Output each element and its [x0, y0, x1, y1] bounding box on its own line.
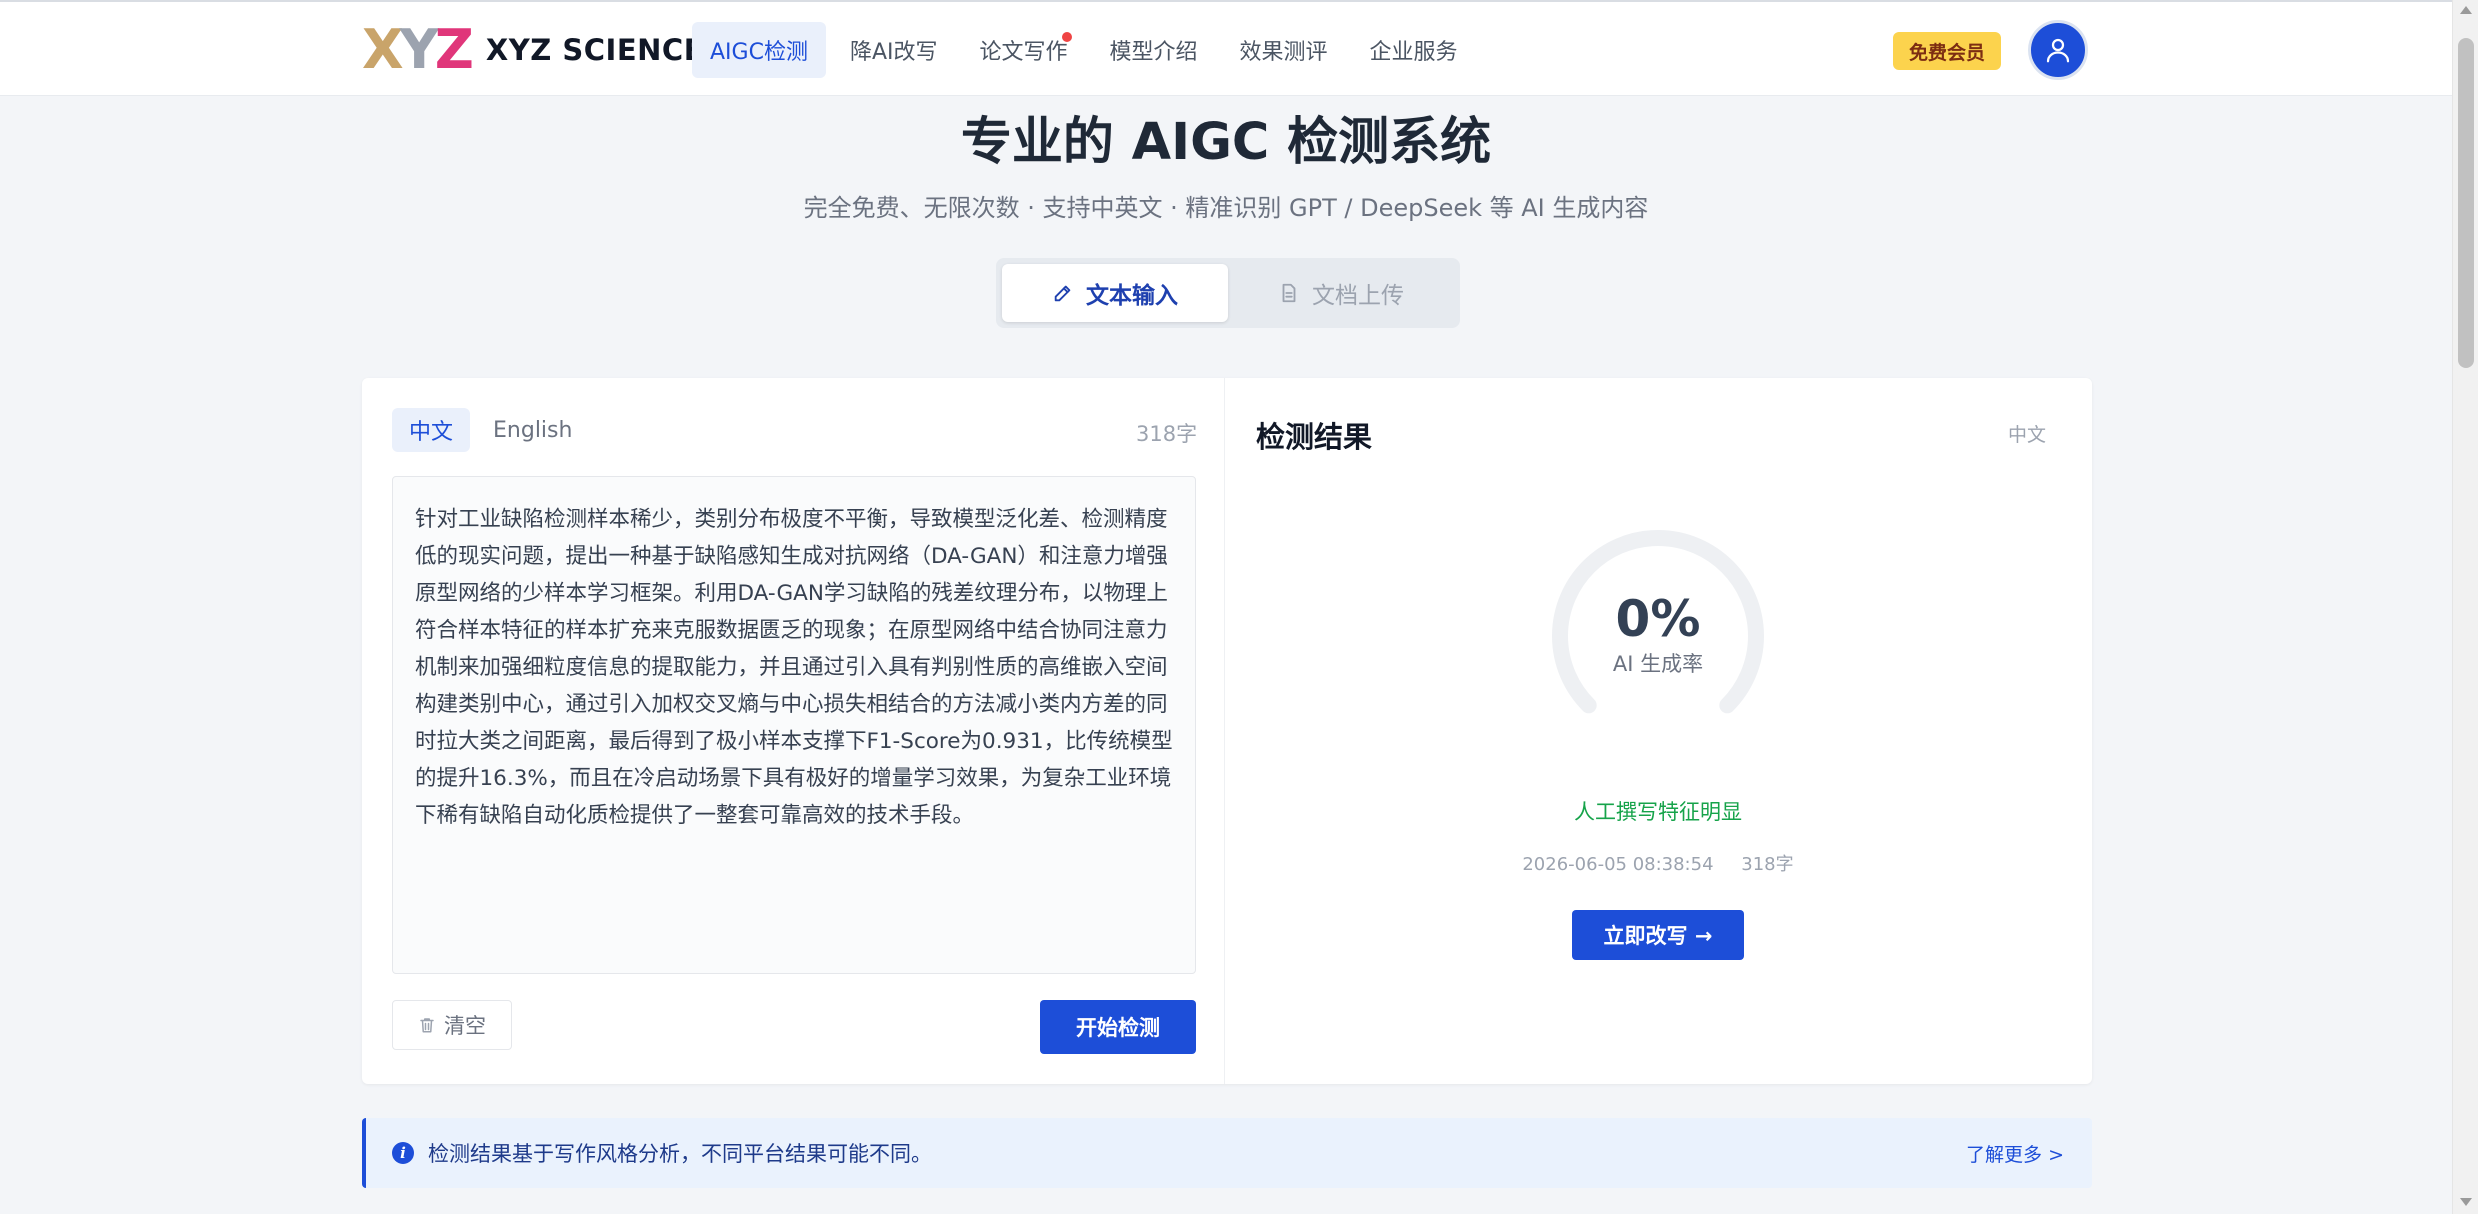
- notification-dot: [1061, 32, 1072, 42]
- lang-tab-english[interactable]: English: [476, 408, 589, 452]
- nav-item-models[interactable]: 模型介绍: [1092, 22, 1216, 78]
- ai-rate-value: 0%: [1615, 590, 1701, 648]
- nav-item-paper-writing[interactable]: 论文写作: [962, 22, 1086, 78]
- logo-letter-x: X: [362, 18, 404, 81]
- input-char-count: 318字: [1136, 422, 1198, 446]
- nav-item-ai-rewrite[interactable]: 降AI改写: [832, 22, 956, 78]
- notice-text: 检测结果基于写作风格分析，不同平台结果可能不同。: [428, 1142, 932, 1166]
- pencil-icon: [1054, 285, 1071, 302]
- info-notice: i 检测结果基于写作风格分析，不同平台结果可能不同。 了解更多 >: [362, 1118, 2092, 1188]
- brand-name: XYZ SCIENCE: [485, 33, 705, 67]
- result-title: 检测结果: [1256, 420, 1373, 454]
- rewrite-now-button[interactable]: 立即改写 →: [1572, 910, 1744, 960]
- input-mode-tabs: 文本输入 文档上传: [996, 258, 1460, 328]
- scroll-up-arrow-icon[interactable]: [2460, 6, 2472, 14]
- lang-tab-chinese[interactable]: 中文: [392, 408, 471, 452]
- tab-text-input[interactable]: 文本输入: [1002, 264, 1228, 322]
- tab-document-upload[interactable]: 文档上传: [1228, 264, 1454, 322]
- user-avatar-button[interactable]: [2028, 20, 2088, 80]
- document-icon: [1282, 283, 1296, 303]
- free-member-badge[interactable]: 免费会员: [1893, 32, 2001, 70]
- trash-icon: [420, 1018, 434, 1033]
- logo-letter-y: Y: [399, 18, 439, 81]
- result-meta: 2026-06-05 08:38:54 318字: [1462, 850, 1854, 876]
- ai-rate-label: AI 生成率: [1612, 652, 1704, 676]
- tab-document-upload-label: 文档上传: [1312, 283, 1404, 309]
- info-icon: i: [392, 1142, 414, 1164]
- panel-divider: [1224, 378, 1225, 1084]
- nav-item-enterprise[interactable]: 企业服务: [1352, 22, 1476, 78]
- logo-letter-z: Z: [434, 18, 474, 81]
- nav-item-aigc-detect[interactable]: AIGC检测: [692, 22, 826, 78]
- logo-mark: X Y Z: [362, 18, 474, 81]
- result-char-count: 318字: [1741, 854, 1794, 875]
- main-nav: AIGC检测 降AI改写 论文写作 模型介绍 效果测评 企业服务: [692, 22, 1482, 78]
- tab-text-input-label: 文本输入: [1086, 283, 1178, 309]
- result-language: 中文: [2008, 424, 2047, 446]
- learn-more-link[interactable]: 了解更多 >: [1966, 1140, 2064, 1167]
- detection-card: 中文 English 318字 针对工业缺陷检测样本稀少，类别分布极度不平衡，导…: [362, 378, 2092, 1084]
- start-detection-button[interactable]: 开始检测: [1040, 1000, 1196, 1054]
- top-navbar: X Y Z XYZ SCIENCE AIGC检测 降AI改写 论文写作 模型介绍…: [0, 0, 2452, 96]
- scroll-down-arrow-icon[interactable]: [2460, 1198, 2472, 1206]
- page-subtitle: 完全免费、无限次数 · 支持中英文 · 精准识别 GPT / DeepSeek …: [803, 194, 1649, 222]
- page-title: 专业的 AIGC 检测系统: [960, 113, 1492, 172]
- nav-item-evaluation[interactable]: 效果测评: [1222, 22, 1346, 78]
- language-tabs: 中文 English: [392, 408, 595, 452]
- brand-logo[interactable]: X Y Z XYZ SCIENCE: [362, 18, 705, 81]
- user-icon: [2046, 38, 2070, 63]
- scrollbar-thumb[interactable]: [2458, 38, 2474, 368]
- detection-verdict: 人工撰写特征明显: [1574, 800, 1742, 824]
- page-scrollbar[interactable]: [2452, 0, 2478, 1214]
- result-timestamp: 2026-06-05 08:38:54: [1522, 854, 1714, 875]
- text-input-area[interactable]: 针对工业缺陷检测样本稀少，类别分布极度不平衡，导致模型泛化差、检测精度低的现实问…: [392, 476, 1196, 974]
- clear-button-label: 清空: [444, 1014, 486, 1038]
- nav-item-paper-writing-label: 论文写作: [979, 40, 1068, 65]
- clear-button[interactable]: 清空: [392, 1000, 512, 1050]
